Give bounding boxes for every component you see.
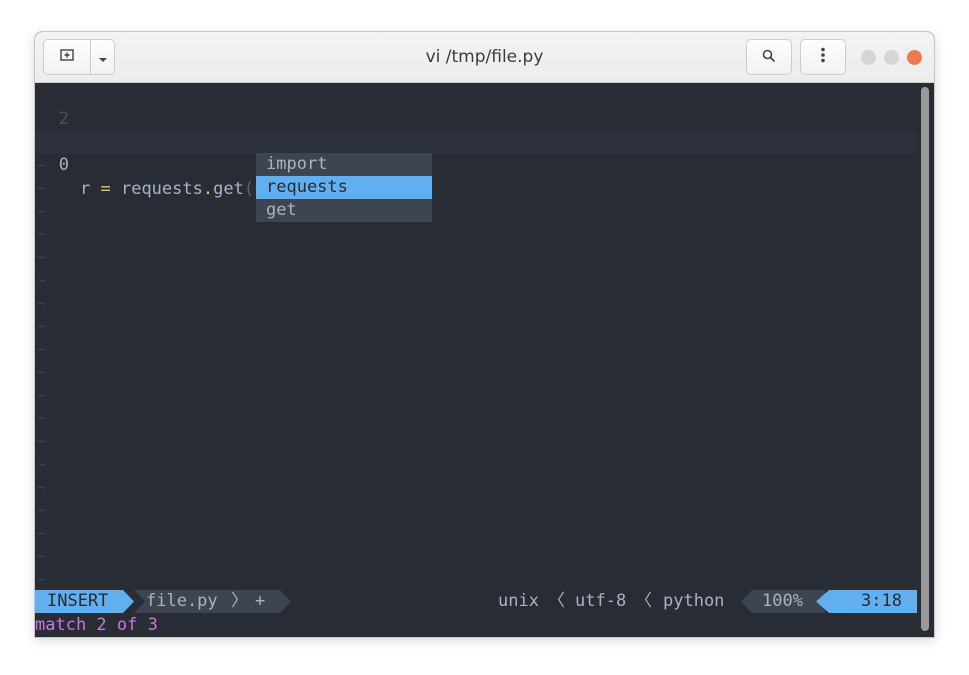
paren-token: ( bbox=[243, 179, 255, 199]
tilde-marker: ~ bbox=[37, 202, 47, 220]
new-tab-button-group bbox=[43, 39, 115, 75]
code-text: requests bbox=[110, 179, 203, 199]
file-format: unix bbox=[498, 591, 539, 611]
vim-editor[interactable]: 2 import requests 1 0 r = requests.get(r… bbox=[35, 83, 917, 637]
tilde-marker: ~ bbox=[37, 271, 47, 289]
completion-popup: import requests get bbox=[256, 153, 432, 222]
modified-flag: + bbox=[255, 591, 266, 611]
tilde-marker: ~ bbox=[37, 409, 47, 427]
tilde-marker: ~ bbox=[37, 317, 47, 335]
tilde-marker: ~ bbox=[37, 570, 47, 588]
mode-indicator: INSERT bbox=[47, 591, 109, 611]
cursor-line-highlight bbox=[35, 131, 917, 154]
code-text: get bbox=[213, 179, 244, 199]
menu-button[interactable] bbox=[800, 39, 846, 75]
scroll-percent: 100% bbox=[762, 591, 803, 611]
tilde-marker: ~ bbox=[37, 386, 47, 404]
tilde-marker: ~ bbox=[37, 340, 47, 358]
tilde-marker: ~ bbox=[37, 478, 47, 496]
tilde-marker: ~ bbox=[37, 156, 47, 174]
tilde-marker: ~ bbox=[37, 248, 47, 266]
status-line: INSERT file.py 〉 + unix 〈 utf-8 〈 python… bbox=[35, 590, 917, 613]
scrollbar-thumb[interactable] bbox=[921, 87, 929, 631]
code-line: 1 bbox=[35, 108, 96, 152]
search-button[interactable] bbox=[746, 39, 792, 75]
new-tab-icon bbox=[59, 47, 75, 67]
status-separator: 〈 bbox=[548, 591, 565, 611]
minimize-button[interactable] bbox=[861, 50, 876, 65]
completion-item[interactable]: get bbox=[256, 199, 432, 222]
status-separator: 〈 bbox=[635, 591, 652, 611]
code-text: r bbox=[80, 179, 101, 199]
cursor-position: 3:18 bbox=[861, 591, 902, 611]
title-bar: vi /tmp/file.py bbox=[35, 32, 934, 83]
tilde-marker: ~ bbox=[37, 547, 47, 565]
kebab-menu-icon bbox=[821, 47, 825, 67]
operator-token: = bbox=[100, 179, 111, 199]
file-type: python bbox=[663, 591, 725, 611]
chevron-down-icon bbox=[98, 48, 108, 67]
tilde-marker: ~ bbox=[37, 363, 47, 381]
search-icon bbox=[762, 48, 776, 67]
code-line-current: 0 r = requests.get(requests bbox=[35, 131, 346, 199]
close-button[interactable] bbox=[907, 50, 922, 65]
tilde-marker: ~ bbox=[37, 225, 47, 243]
completion-item-selected[interactable]: requests bbox=[256, 176, 432, 199]
tilde-marker: ~ bbox=[37, 432, 47, 450]
tilde-marker: ~ bbox=[37, 524, 47, 542]
maximize-button[interactable] bbox=[884, 50, 899, 65]
dot-token: . bbox=[202, 179, 214, 199]
completion-item[interactable]: import bbox=[256, 153, 432, 176]
terminal-window: vi /tmp/file.py 2 impo bbox=[35, 32, 934, 637]
code-line: 2 import requests bbox=[35, 85, 234, 152]
tab-menu-button[interactable] bbox=[90, 39, 115, 75]
tilde-marker: ~ bbox=[37, 501, 47, 519]
scrollbar[interactable] bbox=[917, 83, 934, 637]
command-line-message: match 2 of 3 bbox=[35, 615, 158, 635]
status-separator: 〉 bbox=[231, 591, 248, 611]
tilde-marker: ~ bbox=[37, 455, 47, 473]
tilde-marker: ~ bbox=[37, 294, 47, 312]
status-filename: file.py bbox=[146, 591, 218, 611]
file-encoding: utf-8 bbox=[575, 591, 627, 611]
tilde-marker: ~ bbox=[37, 179, 47, 197]
new-tab-button[interactable] bbox=[43, 39, 91, 75]
